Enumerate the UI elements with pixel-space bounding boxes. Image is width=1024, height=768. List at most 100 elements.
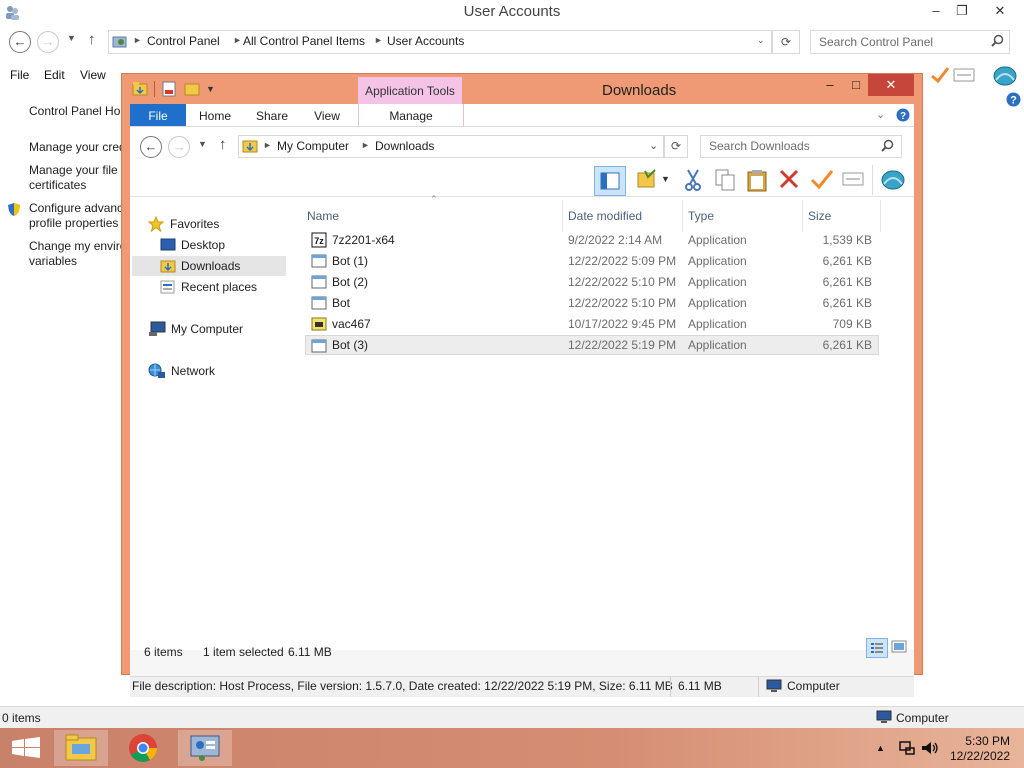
file-row[interactable]: Bot (3) 12/22/2022 5:19 PM Application 6,26… xyxy=(305,335,879,355)
folder-download-icon xyxy=(160,258,176,274)
column-name[interactable]: Name xyxy=(307,204,339,228)
file-row[interactable]: Bot (2) 12/22/2022 5:10 PM Application 6,26… xyxy=(306,272,878,292)
chrome-taskbar-button[interactable] xyxy=(116,730,170,766)
start-button[interactable] xyxy=(0,730,54,766)
address-bar[interactable]: ► Control Panel ► All Control Panel Item… xyxy=(108,30,772,54)
breadcrumb-all-items[interactable]: All Control Panel Items xyxy=(243,34,365,48)
file-explorer-taskbar-button[interactable] xyxy=(54,730,108,766)
nav-label: Recent places xyxy=(181,280,258,294)
back-button[interactable]: ← xyxy=(140,136,162,158)
chevron-down-icon[interactable]: ⌄ xyxy=(649,139,658,152)
system-clock[interactable]: 5:30 PM 12/22/2022 xyxy=(950,734,1010,764)
search-control-panel-input[interactable]: Search Control Panel xyxy=(810,30,1010,54)
manage-credentials-link[interactable]: Manage your cred xyxy=(29,140,126,155)
tab-manage[interactable]: Manage xyxy=(358,104,464,126)
column-separator[interactable] xyxy=(562,200,563,232)
check-icon[interactable] xyxy=(810,168,834,190)
breadcrumb-control-panel[interactable]: Control Panel xyxy=(147,34,220,48)
tab-file[interactable]: File xyxy=(130,104,186,126)
column-separator[interactable] xyxy=(682,200,683,232)
minimize-button[interactable]: – xyxy=(818,74,842,96)
file-row[interactable]: 7z 7z2201-x64 9/2/2022 2:14 AM Application 1… xyxy=(306,230,878,250)
file-row[interactable]: Bot (1) 12/22/2022 5:09 PM Application 6,26… xyxy=(306,251,878,271)
properties-icon[interactable] xyxy=(162,81,176,97)
preview-pane-button[interactable] xyxy=(594,166,626,196)
properties-icon[interactable] xyxy=(842,172,864,186)
forward-button[interactable]: → xyxy=(37,31,59,53)
large-icons-view-button[interactable] xyxy=(890,639,908,655)
volume-icon[interactable] xyxy=(920,740,940,756)
column-separator[interactable] xyxy=(802,200,803,232)
tab-home[interactable]: Home xyxy=(190,104,240,126)
forward-button[interactable]: → xyxy=(168,136,190,158)
help-icon[interactable]: ? xyxy=(896,108,910,122)
address-bar[interactable]: ► My Computer ► Downloads ⌄ xyxy=(238,135,664,158)
back-button[interactable]: ← xyxy=(9,31,31,53)
file-row[interactable]: vac467 10/17/2022 9:45 PM Application 709 K… xyxy=(306,314,878,334)
recent-locations-dropdown[interactable]: ▼ xyxy=(67,33,76,43)
properties-icon[interactable] xyxy=(953,68,975,82)
expand-ribbon-icon[interactable]: ⌄ xyxy=(876,108,885,121)
breadcrumb-downloads[interactable]: Downloads xyxy=(375,139,434,153)
computer-icon xyxy=(876,710,892,724)
control-panel-taskbar-button[interactable] xyxy=(178,730,232,766)
minimize-button[interactable]: – xyxy=(922,2,950,22)
refresh-button[interactable]: ⟳ xyxy=(772,30,800,54)
file-date-modified: 12/22/2022 5:10 PM xyxy=(568,275,677,289)
new-folder-icon[interactable] xyxy=(184,81,200,97)
column-type[interactable]: Type xyxy=(688,204,714,228)
breadcrumb-user-accounts[interactable]: User Accounts xyxy=(387,34,464,48)
copy-icon[interactable] xyxy=(714,168,736,192)
nav-desktop[interactable]: Desktop xyxy=(160,235,284,255)
file-size: 6,261 KB xyxy=(822,275,872,289)
search-placeholder: Search Downloads xyxy=(709,139,810,153)
menu-file[interactable]: File xyxy=(10,68,29,82)
installer-icon xyxy=(311,316,327,332)
check-icon[interactable] xyxy=(930,66,950,84)
close-button[interactable]: ✕ xyxy=(868,74,914,96)
chevron-down-icon[interactable]: ⌄ xyxy=(757,35,765,46)
column-size[interactable]: Size xyxy=(808,204,831,228)
configure-profile-link[interactable]: Configure advanc xyxy=(29,201,123,216)
close-button[interactable]: ✕ xyxy=(986,2,1014,22)
file-name: Bot (2) xyxy=(332,275,369,289)
control-panel-home-link[interactable]: Control Panel Hor xyxy=(29,104,124,119)
refresh-button[interactable]: ⟳ xyxy=(664,135,688,158)
recent-locations-dropdown[interactable]: ▼ xyxy=(198,139,207,149)
breadcrumb-my-computer[interactable]: My Computer xyxy=(277,139,349,153)
file-type: Application xyxy=(688,254,747,268)
configure-profile-link-line2[interactable]: profile properties xyxy=(29,216,118,231)
column-date-modified[interactable]: Date modified xyxy=(568,204,642,228)
environment-variables-link[interactable]: Change my enviro xyxy=(29,239,126,254)
manage-file-certificates-link[interactable]: Manage your file xyxy=(29,163,118,178)
dropdown-arrow[interactable]: ▼ xyxy=(661,174,670,184)
network-icon[interactable] xyxy=(898,740,916,756)
file-row[interactable]: Bot 12/22/2022 5:10 PM Application 6,261 KB xyxy=(306,293,878,313)
up-button[interactable]: ↑ xyxy=(88,31,96,48)
shell-icon[interactable] xyxy=(992,64,1018,86)
background-statusbar: 0 items Computer xyxy=(0,706,1024,729)
svg-text:7z: 7z xyxy=(314,236,324,246)
paste-icon[interactable] xyxy=(746,168,768,192)
menu-view[interactable]: View xyxy=(80,68,106,82)
help-icon[interactable]: ? xyxy=(1006,92,1021,107)
up-button[interactable]: ↑ xyxy=(219,136,227,153)
manage-file-certificates-link-line2[interactable]: certificates xyxy=(29,178,86,193)
folder-options-icon[interactable] xyxy=(636,168,658,190)
delete-icon[interactable] xyxy=(778,168,800,190)
column-separator[interactable] xyxy=(880,200,881,232)
nav-downloads[interactable]: Downloads xyxy=(132,256,286,276)
details-view-button[interactable] xyxy=(866,638,888,658)
quick-access-dropdown[interactable]: ▼ xyxy=(206,84,215,94)
menu-edit[interactable]: Edit xyxy=(44,68,65,82)
tab-view[interactable]: View xyxy=(304,104,350,126)
search-downloads-input[interactable]: Search Downloads xyxy=(700,135,902,158)
environment-variables-link-line2[interactable]: variables xyxy=(29,254,77,269)
shell-icon[interactable] xyxy=(880,167,906,191)
tab-share[interactable]: Share xyxy=(248,104,296,126)
restore-button[interactable]: ❐ xyxy=(948,2,976,22)
maximize-button[interactable]: □ xyxy=(844,74,868,96)
file-name: Bot xyxy=(332,296,351,310)
cut-icon[interactable] xyxy=(682,168,704,192)
show-hidden-icons-button[interactable]: ▲ xyxy=(876,743,885,753)
